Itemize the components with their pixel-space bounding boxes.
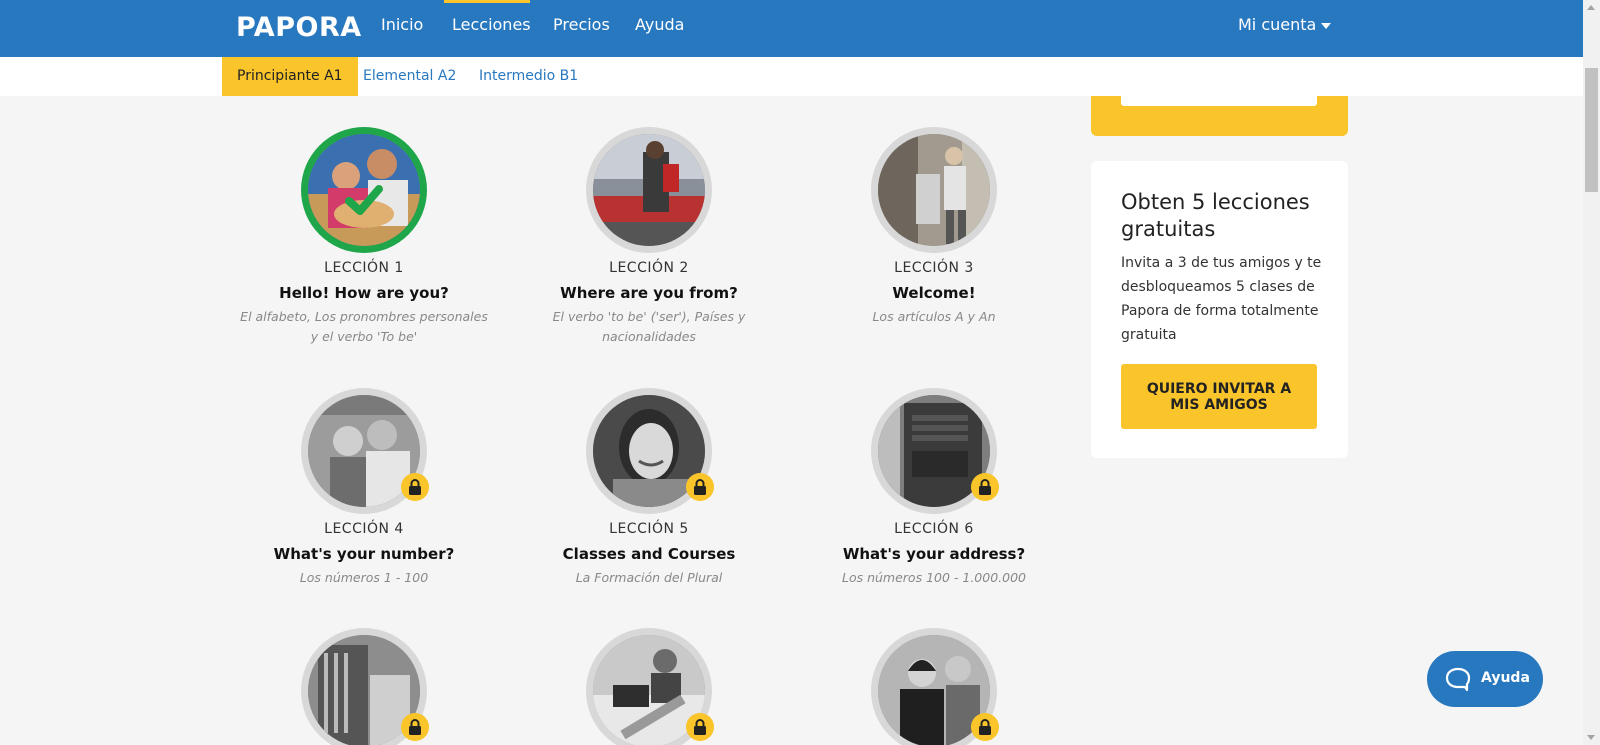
invite-friends-button[interactable]: QUIERO INVITAR A MIS AMIGOS: [1121, 364, 1317, 429]
help-label: Ayuda: [1481, 670, 1530, 686]
lesson-title: Welcome!: [892, 284, 976, 302]
promo-text: Invita a 3 de tus amigos y te desbloquea…: [1121, 255, 1322, 343]
nav-link-ayuda[interactable]: Ayuda: [635, 15, 684, 34]
lesson-card[interactable]: LECCIÓN 3 Welcome! Los artículos A y An: [809, 127, 1059, 347]
level-tabs: Principiante A1 Elemental A2 Intermedio …: [0, 57, 1583, 96]
lesson-number: LECCIÓN 2: [609, 260, 689, 276]
page-scrollbar[interactable]: [1583, 0, 1600, 745]
chevron-down-icon: [1321, 22, 1332, 29]
nav-link-inicio[interactable]: Inicio: [381, 15, 423, 34]
lesson-number: LECCIÓN 6: [894, 521, 974, 537]
lesson-title: Classes and Courses: [562, 545, 736, 563]
lesson-status-ring: [301, 127, 427, 253]
lesson-card[interactable]: [809, 628, 1059, 745]
top-nav: PAPORA Inicio Lecciones Precios Ayuda Mi…: [0, 0, 1583, 57]
chat-bubble-icon: [1445, 667, 1471, 691]
lock-icon: [686, 473, 714, 501]
account-menu[interactable]: Mi cuenta: [1238, 15, 1332, 34]
lesson-status-ring: [871, 628, 999, 745]
tab-intermedio-b1[interactable]: Intermedio B1: [479, 57, 578, 96]
lesson-card[interactable]: LECCIÓN 2 Where are you from? El verbo '…: [524, 127, 774, 347]
lesson-title: Where are you from?: [560, 284, 738, 302]
lesson-description: El alfabeto, Los pronombres personales y…: [240, 309, 488, 344]
lesson-description: La Formación del Plural: [575, 570, 723, 585]
yellow-card-field: [1121, 96, 1317, 106]
lesson-number: LECCIÓN 3: [894, 260, 974, 276]
lesson-title: What's your address?: [842, 545, 1026, 563]
lesson-card[interactable]: LECCIÓN 6 What's your address? Los númer…: [809, 388, 1059, 588]
lesson-photo: [878, 134, 990, 246]
tab-principiante-a1[interactable]: Principiante A1: [222, 57, 358, 96]
lesson-title: What's your number?: [273, 545, 455, 563]
scroll-up-arrow-icon[interactable]: [1587, 5, 1595, 10]
papora-logo[interactable]: PAPORA: [236, 12, 362, 43]
promo-title: Obten 5 lecciones gratuitas: [1121, 190, 1310, 241]
lesson-card[interactable]: LECCIÓN 5 Classes and Courses La Formaci…: [524, 388, 774, 588]
lock-icon: [686, 713, 714, 741]
scroll-down-arrow-icon[interactable]: [1587, 735, 1595, 740]
lock-icon: [971, 713, 999, 741]
lock-icon: [971, 473, 999, 501]
lesson-status-ring: [301, 388, 429, 514]
tab-elemental-a2[interactable]: Elemental A2: [363, 57, 456, 96]
lesson-description: Los artículos A y An: [872, 309, 996, 324]
lesson-status-ring: [586, 127, 712, 253]
lesson-description: Los números 100 - 1.000.000: [841, 570, 1026, 585]
lesson-number: LECCIÓN 1: [324, 260, 404, 276]
lesson-card[interactable]: LECCIÓN 1 Hello! How are you? El alfabet…: [239, 127, 489, 347]
lesson-card[interactable]: [524, 628, 774, 745]
lesson-number: LECCIÓN 4: [324, 521, 404, 537]
lesson-description: El verbo 'to be' ('ser'), Países y nacio…: [552, 309, 746, 344]
lock-icon: [401, 473, 429, 501]
yellow-side-card: [1091, 96, 1348, 136]
lesson-title: Hello! How are you?: [279, 284, 449, 302]
lesson-status-ring: [586, 628, 714, 745]
help-chat-button[interactable]: Ayuda: [1427, 651, 1543, 707]
scroll-thumb[interactable]: [1585, 68, 1598, 192]
lesson-card[interactable]: LECCIÓN 4 What's your number? Los número…: [239, 388, 489, 588]
lesson-status-ring: [871, 127, 997, 253]
nav-active-indicator: [444, 0, 530, 3]
check-icon: [345, 185, 383, 215]
invite-promo-card: Obten 5 lecciones gratuitas Invita a 3 d…: [1091, 161, 1348, 458]
nav-link-precios[interactable]: Precios: [553, 15, 610, 34]
lesson-number: LECCIÓN 5: [609, 521, 689, 537]
lesson-status-ring: [871, 388, 999, 514]
lesson-status-ring: [301, 628, 429, 745]
lesson-card[interactable]: [239, 628, 489, 745]
lesson-photo: [593, 134, 705, 246]
lesson-description: Los números 1 - 100: [299, 570, 429, 585]
account-label: Mi cuenta: [1238, 15, 1317, 34]
lesson-status-ring: [586, 388, 714, 514]
lock-icon: [401, 713, 429, 741]
nav-link-lecciones[interactable]: Lecciones: [452, 15, 531, 34]
